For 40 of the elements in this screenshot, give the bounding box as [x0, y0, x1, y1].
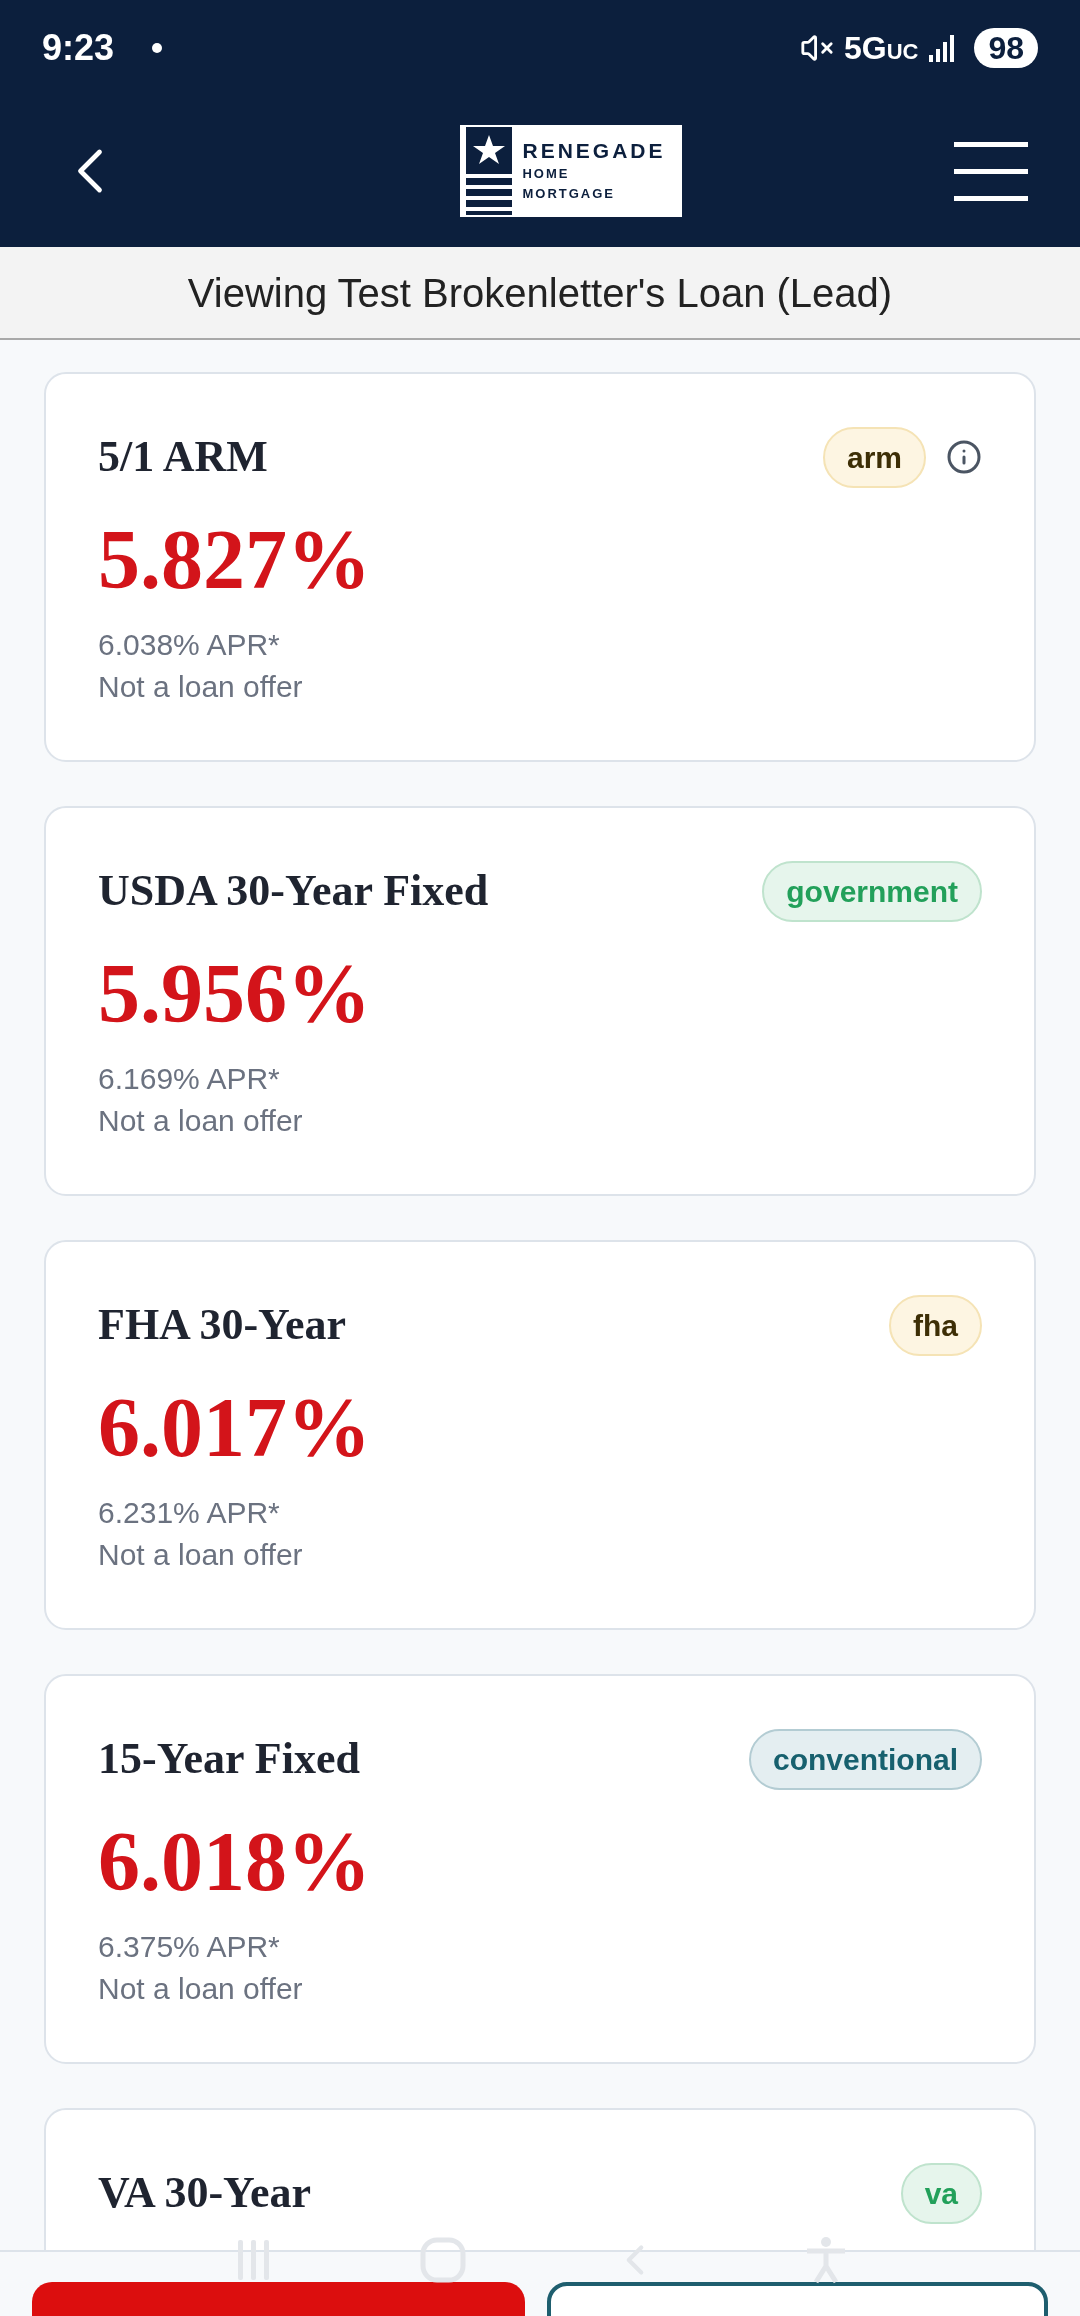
interest-rate: 5.956%	[98, 952, 372, 1036]
loan-type-tag: arm	[822, 426, 926, 488]
home-icon[interactable]	[420, 2237, 466, 2283]
disclaimer-text: Not a loan offer	[98, 1971, 304, 2007]
loan-title: FHA 30-Year	[98, 1299, 347, 1351]
info-icon[interactable]	[946, 439, 982, 475]
loan-card[interactable]: VA 30-Year va	[44, 2108, 1036, 2250]
loan-card[interactable]: FHA 30-Year fha 6.017% 6.231% APR* Not a loan offer	[44, 1240, 1036, 1630]
loan-type-tag: fha	[889, 1294, 982, 1356]
page-title: Viewing Test Brokenletter's Loan (Lead)	[187, 269, 893, 317]
logo[interactable]: RENEGADE HOME MORTGAGE	[460, 125, 682, 217]
accessibility-icon[interactable]	[804, 2236, 848, 2284]
disclaimer-text: Not a loan offer	[98, 669, 304, 705]
loan-title: VA 30-Year	[98, 2167, 312, 2219]
logo-subtitle: MORTGAGE	[522, 185, 617, 203]
apr-text: 6.375% APR*	[98, 1929, 281, 1965]
interest-rate: 5.827%	[98, 518, 372, 602]
loan-title: 15-Year Fixed	[98, 1733, 360, 1785]
interest-rate: 6.017%	[98, 1386, 372, 1470]
disclaimer-text: Not a loan offer	[98, 1103, 304, 1139]
loan-type-tag: va	[900, 2162, 982, 2224]
logo-name: RENEGADE	[522, 138, 666, 164]
loan-card[interactable]: 15-Year Fixed conventional 6.018% 6.375% APR* Not a loan offer	[44, 1674, 1036, 2064]
battery-level: 98	[974, 27, 1038, 68]
loan-title: USDA 30-Year Fixed	[98, 865, 489, 917]
loan-type-tag: government	[762, 860, 982, 922]
status-time: 9:23	[42, 25, 115, 70]
interest-rate: 6.018%	[98, 1820, 372, 1904]
logo-subtitle: HOME	[522, 165, 571, 183]
network-label: 5GUC	[843, 28, 919, 68]
loan-type-tag: conventional	[748, 1728, 982, 1790]
loan-title: 5/1 ARM	[98, 431, 268, 483]
loan-card[interactable]: 5/1 ARM arm 5.827% 6.038% APR* Not a loan offer	[44, 372, 1036, 762]
menu-button[interactable]	[954, 141, 1028, 201]
apr-text: 6.169% APR*	[98, 1061, 281, 1097]
disclaimer-text: Not a loan offer	[98, 1537, 304, 1573]
apr-text: 6.038% APR*	[98, 627, 281, 663]
flag-icon	[466, 127, 513, 215]
loan-card[interactable]: USDA 30-Year Fixed government 5.956% 6.169% APR* Not a loan offer	[44, 806, 1036, 1196]
apr-text: 6.231% APR*	[98, 1495, 281, 1531]
